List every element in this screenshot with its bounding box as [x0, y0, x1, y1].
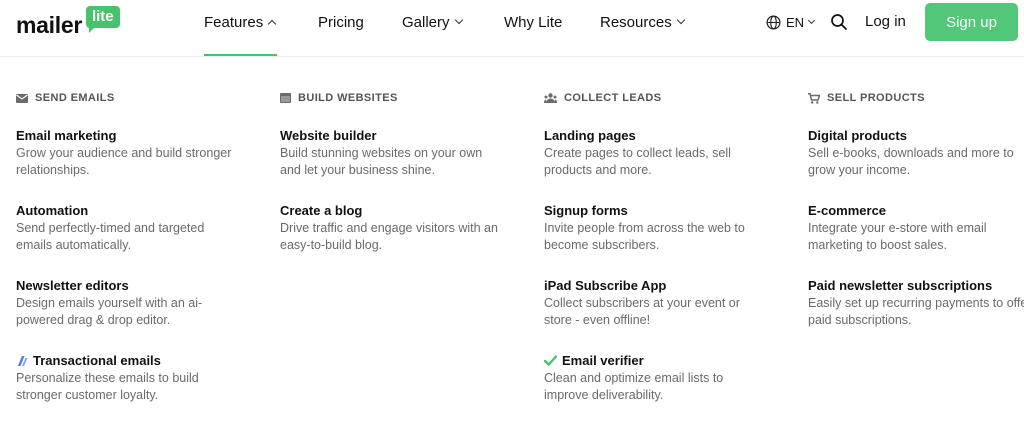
menu-item-title: Paid newsletter subscriptions	[808, 278, 993, 293]
browser-window-icon	[280, 93, 291, 103]
menu-item-transactional-emails[interactable]: Transactional emails Personalize these e…	[16, 352, 256, 427]
column-heading: COLLECT LEADS	[544, 91, 784, 105]
globe-icon	[766, 15, 781, 29]
menu-item-description: Create pages to collect leads, sell prod…	[544, 146, 731, 177]
nav-resources-label: Resources	[600, 13, 672, 31]
menu-item-title: Email marketing	[16, 128, 117, 143]
column-heading: BUILD WEBSITES	[280, 91, 520, 105]
menu-item-title: Digital products	[808, 128, 907, 143]
menu-item-email-verifier[interactable]: Email verifier Clean and optimize email …	[544, 352, 784, 427]
menu-item-signup-forms[interactable]: Signup forms Invite people from across t…	[544, 202, 784, 277]
menu-item-description: Design emails yourself with an ai-powere…	[16, 296, 203, 327]
nav-pricing-label: Pricing	[318, 13, 364, 31]
menu-item-description: Personalize these emails to build strong…	[16, 371, 199, 402]
menu-item-website-builder[interactable]: Website builder Build stunning websites …	[280, 127, 520, 202]
mailerlite-logo[interactable]: mailer lite	[16, 6, 120, 38]
menu-item-title: Website builder	[280, 128, 377, 143]
menu-item-title: Create a blog	[280, 203, 363, 218]
chevron-down-icon	[676, 15, 685, 25]
menu-column-send-emails: SEND EMAILS Email marketing Grow your au…	[16, 91, 256, 427]
column-heading: SELL PRODUCTS	[808, 91, 1024, 105]
column-heading-label: BUILD WEBSITES	[298, 92, 398, 104]
menu-item-description: Clean and optimize email lists to improv…	[544, 371, 724, 402]
nav-active-indicator	[204, 54, 277, 56]
menu-item-title-row: Email verifier	[544, 352, 784, 369]
nav-gallery-label: Gallery	[402, 13, 450, 31]
nav-pricing[interactable]: Pricing	[318, 12, 364, 32]
column-heading-label: SEND EMAILS	[35, 92, 115, 104]
nav-features-label: Features	[204, 13, 264, 31]
menu-item-title: iPad Subscribe App	[544, 278, 667, 293]
language-selector[interactable]: EN	[766, 13, 816, 31]
nav-features[interactable]: Features	[204, 12, 277, 32]
menu-item-description: Integrate your e-store with email market…	[808, 221, 987, 252]
nav-why-lite[interactable]: Why Lite	[504, 12, 562, 32]
nav-why-lite-label: Why Lite	[504, 13, 563, 31]
menu-item-create-a-blog[interactable]: Create a blog Drive traffic and engage v…	[280, 202, 520, 277]
menu-item-title: Email verifier	[562, 353, 644, 368]
menu-item-email-marketing[interactable]: Email marketing Grow your audience and b…	[16, 127, 256, 202]
column-heading-label: COLLECT LEADS	[564, 92, 662, 104]
transactional-icon	[18, 355, 28, 366]
chevron-down-icon	[808, 16, 816, 24]
people-icon	[544, 93, 557, 103]
nav-gallery[interactable]: Gallery	[402, 12, 463, 32]
envelope-icon	[16, 93, 28, 103]
menu-item-title: Signup forms	[544, 203, 628, 218]
menu-item-ipad-subscribe-app[interactable]: iPad Subscribe App Collect subscribers a…	[544, 277, 784, 352]
menu-item-description: Build stunning websites on your own and …	[280, 146, 483, 177]
menu-column-build-websites: BUILD WEBSITES Website builder Build stu…	[280, 91, 520, 277]
menu-item-newsletter-editors[interactable]: Newsletter editors Design emails yoursel…	[16, 277, 256, 352]
checkmark-icon	[544, 355, 557, 366]
menu-item-title: Landing pages	[544, 128, 636, 143]
signup-button[interactable]: Sign up	[925, 3, 1018, 41]
search-icon[interactable]	[830, 13, 848, 31]
menu-item-paid-newsletter-subscriptions[interactable]: Paid newsletter subscriptions Easily set…	[808, 277, 1024, 352]
menu-item-description: Invite people from across the web to bec…	[544, 221, 745, 252]
language-label: EN	[786, 14, 805, 30]
cart-icon	[808, 92, 820, 104]
menu-item-title: E-commerce	[808, 203, 887, 218]
chevron-up-icon	[267, 19, 277, 28]
menu-item-description: Easily set up recurring payments to offe…	[808, 296, 1024, 327]
column-heading: SEND EMAILS	[16, 91, 256, 105]
menu-column-collect-leads: COLLECT LEADS Landing pages Create pages…	[544, 91, 784, 427]
menu-item-digital-products[interactable]: Digital products Sell e-books, downloads…	[808, 127, 1024, 202]
menu-item-landing-pages[interactable]: Landing pages Create pages to collect le…	[544, 127, 784, 202]
menu-item-description: Grow your audience and build stronger re…	[16, 146, 232, 177]
login-link[interactable]: Log in	[865, 13, 906, 30]
menu-item-title: Newsletter editors	[16, 278, 129, 293]
menu-item-description: Collect subscribers at your event or sto…	[544, 296, 740, 327]
menu-item-description: Send perfectly-timed and targeted emails…	[16, 221, 205, 252]
menu-item-title-row: Transactional emails	[16, 352, 256, 369]
logo-wordmark: mailer	[16, 12, 82, 38]
nav-resources[interactable]: Resources	[600, 12, 685, 32]
menu-column-sell-products: SELL PRODUCTS Digital products Sell e-bo…	[808, 91, 1024, 352]
menu-item-automation[interactable]: Automation Send perfectly-timed and targ…	[16, 202, 256, 277]
menu-item-title: Automation	[16, 203, 89, 218]
menu-item-e-commerce[interactable]: E-commerce Integrate your e-store with e…	[808, 202, 1024, 277]
menu-item-title: Transactional emails	[33, 353, 161, 368]
menu-item-description: Sell e-books, downloads and more to grow…	[808, 146, 1014, 177]
menu-item-description: Drive traffic and engage visitors with a…	[280, 221, 498, 252]
chevron-down-icon	[454, 15, 463, 25]
site-header: mailer lite Features Pricing Gallery Why…	[0, 0, 1024, 57]
logo-badge: lite	[85, 6, 120, 33]
column-heading-label: SELL PRODUCTS	[827, 92, 925, 104]
